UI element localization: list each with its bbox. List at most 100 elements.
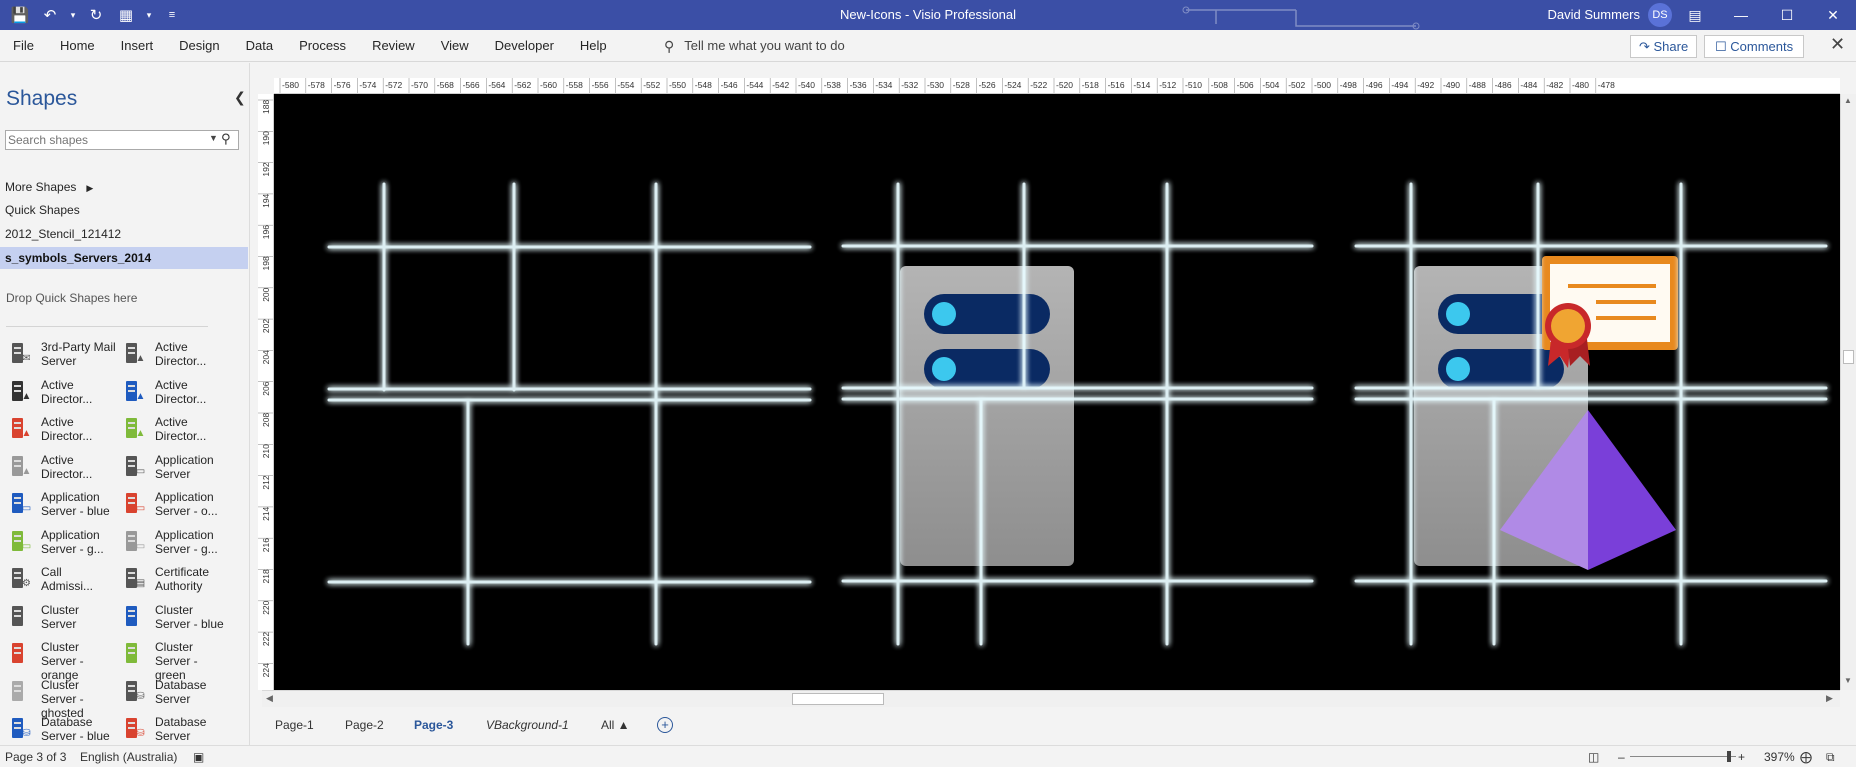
share-button[interactable]: ↷ Share bbox=[1630, 35, 1698, 58]
shape-item[interactable]: ▭ Application Server - o... bbox=[114, 488, 230, 524]
tab-design[interactable]: Design bbox=[166, 30, 232, 62]
ruler-label: -578 bbox=[308, 80, 325, 90]
shape-item[interactable]: ▲ Active Director... bbox=[0, 376, 116, 412]
zoom-in-icon[interactable]: + bbox=[1738, 750, 1745, 764]
tab-review[interactable]: Review bbox=[359, 30, 428, 62]
shape-item[interactable]: Cluster Server bbox=[0, 601, 116, 637]
zoom-out-icon[interactable]: – bbox=[1618, 750, 1625, 764]
presentation-mode-icon[interactable]: ◫ bbox=[1588, 750, 1599, 764]
scroll-thumb[interactable] bbox=[1843, 350, 1854, 364]
server-shape[interactable] bbox=[900, 266, 1074, 566]
tab-view[interactable]: View bbox=[428, 30, 482, 62]
switch-windows-icon[interactable]: ⧉ bbox=[1826, 750, 1835, 765]
zoom-level[interactable]: 397% bbox=[1764, 750, 1795, 764]
page-indicator[interactable]: Page 3 of 3 bbox=[5, 750, 66, 764]
ruler-label: -502 bbox=[1288, 80, 1305, 90]
shape-item[interactable]: Cluster Server - orange bbox=[0, 638, 116, 682]
scroll-up-icon[interactable]: ▲ bbox=[1844, 96, 1852, 105]
zoom-slider-thumb[interactable] bbox=[1727, 751, 1731, 762]
close-icon[interactable]: ✕ bbox=[1830, 34, 1845, 55]
scroll-left-icon[interactable]: ◀ bbox=[266, 693, 273, 704]
shape-item[interactable]: ▭ Application Server - g... bbox=[0, 526, 116, 562]
stencil-servers-2014[interactable]: s_symbols_Servers_2014 bbox=[0, 247, 248, 269]
user-name[interactable]: David Summers bbox=[1548, 7, 1640, 22]
tell-me-box[interactable]: ⚲ Tell me what you want to do bbox=[664, 30, 845, 62]
ruler-label: -542 bbox=[772, 80, 789, 90]
shape-item[interactable]: Cluster Server - ghosted bbox=[0, 676, 116, 720]
fit-to-window-icon[interactable]: ⨁ bbox=[1800, 750, 1812, 764]
tab-page-3[interactable]: Page-3 bbox=[414, 718, 453, 732]
shape-item-label: Database Server - blue bbox=[41, 715, 110, 743]
avatar[interactable]: DS bbox=[1648, 3, 1672, 27]
tab-insert[interactable]: Insert bbox=[108, 30, 167, 62]
minimize-icon[interactable]: — bbox=[1718, 0, 1764, 30]
tab-process[interactable]: Process bbox=[286, 30, 359, 62]
chevron-right-icon: ▶ bbox=[86, 183, 94, 193]
shape-item-label: Database Server bbox=[155, 715, 207, 743]
ruler-label: -486 bbox=[1495, 80, 1512, 90]
tab-all-pages[interactable]: All ▲ bbox=[601, 718, 630, 732]
close-icon[interactable]: ✕ bbox=[1810, 0, 1856, 30]
tab-help[interactable]: Help bbox=[567, 30, 620, 62]
scroll-thumb[interactable] bbox=[792, 693, 884, 705]
scroll-right-icon[interactable]: ▶ bbox=[1826, 693, 1833, 704]
macro-record-icon[interactable]: ▣ bbox=[193, 750, 204, 764]
tab-data[interactable]: Data bbox=[233, 30, 286, 62]
shape-item[interactable]: ▤ Certificate Authority bbox=[114, 563, 230, 599]
tab-vbackground-1[interactable]: VBackground-1 bbox=[486, 718, 569, 732]
server-icon: ▤ bbox=[124, 566, 148, 592]
tab-developer[interactable]: Developer bbox=[482, 30, 567, 62]
shape-item[interactable]: Cluster Server - green bbox=[114, 638, 230, 682]
tab-page-1[interactable]: Page-1 bbox=[275, 718, 314, 732]
drawing-canvas[interactable] bbox=[274, 94, 1840, 690]
shape-item[interactable]: ✉ 3rd-Party Mail Server bbox=[0, 338, 116, 374]
ribbon-tabs: File Home Insert Design Data Process Rev… bbox=[0, 30, 1856, 62]
more-shapes-menu[interactable]: More Shapes ▶ bbox=[0, 176, 248, 198]
ribbon-display-options-icon[interactable]: ▤ bbox=[1672, 0, 1718, 30]
shape-item[interactable]: ▲ Active Director... bbox=[0, 451, 116, 487]
zoom-slider[interactable] bbox=[1630, 756, 1736, 757]
search-icon: ⚲ bbox=[664, 38, 675, 54]
ruler-label: 220 bbox=[261, 600, 271, 614]
add-page-icon[interactable]: + bbox=[657, 717, 673, 733]
stencil-2012[interactable]: 2012_Stencil_121412 bbox=[0, 223, 248, 245]
shape-item[interactable]: ▭ Application Server - blue bbox=[0, 488, 116, 524]
shape-item[interactable]: ▭ Application Server bbox=[114, 451, 230, 487]
comments-button[interactable]: ☐ Comments bbox=[1704, 35, 1805, 58]
shape-item-label: 3rd-Party Mail Server bbox=[41, 340, 116, 368]
collapse-pane-icon[interactable]: ❮ bbox=[234, 89, 246, 106]
share-icon: ↷ bbox=[1639, 39, 1654, 54]
server-icon: ▭ bbox=[10, 491, 34, 517]
search-input[interactable] bbox=[6, 131, 196, 149]
shape-item[interactable]: ⛁ Database Server bbox=[114, 676, 230, 712]
search-icon[interactable]: ⚲ bbox=[221, 131, 231, 147]
status-bar: Page 3 of 3 English (Australia) ▣ ◫ – + … bbox=[0, 745, 1856, 767]
shape-item[interactable]: ▲ Active Director... bbox=[114, 413, 230, 449]
tab-file[interactable]: File bbox=[0, 30, 47, 62]
shape-item-label: Application Server - o... bbox=[155, 490, 218, 518]
shape-item[interactable]: ⛁ Database Server bbox=[114, 713, 230, 745]
shape-item[interactable]: ▲ Active Director... bbox=[114, 338, 230, 374]
ruler-label: -512 bbox=[1159, 80, 1176, 90]
shape-item[interactable]: ▲ Active Director... bbox=[0, 413, 116, 449]
ruler-label: -564 bbox=[488, 80, 505, 90]
shape-item[interactable]: ▲ Active Director... bbox=[114, 376, 230, 412]
shape-item[interactable]: Cluster Server - blue bbox=[114, 601, 230, 637]
shape-item[interactable]: ▭ Application Server - g... bbox=[114, 526, 230, 562]
tab-home[interactable]: Home bbox=[47, 30, 108, 62]
ruler-label: 224 bbox=[261, 663, 271, 677]
ruler-label: -544 bbox=[746, 80, 763, 90]
language-indicator[interactable]: English (Australia) bbox=[80, 750, 177, 764]
chevron-down-icon[interactable]: ▼ bbox=[209, 133, 218, 143]
horizontal-scrollbar[interactable]: ◀ ▶ bbox=[262, 690, 1840, 707]
quick-shapes-stencil[interactable]: Quick Shapes bbox=[0, 199, 248, 221]
certificate-shape[interactable] bbox=[1542, 256, 1678, 368]
ruler-label: 218 bbox=[261, 569, 271, 583]
shape-item[interactable]: ⛁ Database Server - blue bbox=[0, 713, 116, 745]
tab-page-2[interactable]: Page-2 bbox=[345, 718, 384, 732]
vertical-scrollbar[interactable]: ▲ ▼ bbox=[1840, 94, 1856, 690]
shape-item[interactable]: ⚙ Call Admissi... bbox=[0, 563, 116, 599]
maximize-icon[interactable]: ☐ bbox=[1764, 0, 1810, 30]
ruler-label: -572 bbox=[385, 80, 402, 90]
scroll-down-icon[interactable]: ▼ bbox=[1844, 676, 1852, 685]
